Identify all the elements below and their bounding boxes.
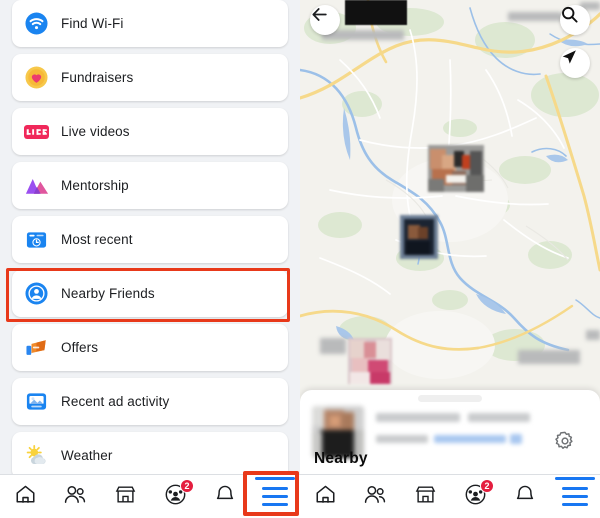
- nav-notifications[interactable]: [502, 477, 548, 517]
- home-icon: [314, 483, 337, 511]
- app-screen: Find Wi-Fi Fundraisers Live videos Mento…: [0, 0, 600, 518]
- nav-marketplace[interactable]: [102, 477, 148, 517]
- hamburger-icon[interactable]: [252, 476, 298, 517]
- locate-me-button[interactable]: [560, 48, 590, 78]
- gear-icon: [554, 430, 576, 457]
- menu-item-label: Most recent: [61, 232, 133, 247]
- nav-menu[interactable]: [252, 476, 298, 517]
- ad-activity-icon: [24, 389, 49, 414]
- marketplace-icon: [414, 483, 437, 511]
- groups-badge: 2: [180, 478, 194, 493]
- nav-friends[interactable]: [352, 477, 398, 517]
- bottom-nav-left[interactable]: 2: [0, 474, 300, 518]
- live-badge-icon: [24, 119, 49, 144]
- map-search-button[interactable]: [560, 5, 590, 35]
- bottom-nav-right[interactable]: 2: [300, 474, 600, 518]
- menu-item-label: Fundraisers: [61, 70, 134, 85]
- menu-item-label: Live videos: [61, 124, 130, 139]
- redacted-map-label: [320, 338, 346, 354]
- redacted-map-label: [518, 350, 580, 364]
- heart-icon: [24, 65, 49, 90]
- nav-friends[interactable]: [52, 477, 98, 517]
- menu-item-label: Mentorship: [61, 178, 129, 193]
- bell-icon: [214, 483, 236, 511]
- page-title: Nearby: [314, 450, 368, 467]
- redacted-profile-name: [468, 413, 530, 422]
- home-icon: [14, 483, 37, 511]
- menu-item-label: Find Wi-Fi: [61, 16, 124, 31]
- friend-map-pin[interactable]: [400, 215, 438, 259]
- offers-tag-icon: [24, 335, 49, 360]
- redacted-profile-status-link: [434, 435, 506, 443]
- sheet-drag-handle[interactable]: [418, 395, 482, 402]
- menu-panel: Find Wi-Fi Fundraisers Live videos Mento…: [0, 0, 300, 518]
- groups-badge: 2: [480, 478, 494, 493]
- menu-item-find-wifi[interactable]: Find Wi-Fi: [12, 0, 288, 47]
- redacted-map-label: [345, 0, 407, 25]
- mountains-icon: [24, 173, 49, 198]
- wifi-icon: [24, 11, 49, 36]
- menu-item-recent-ad-activity[interactable]: Recent ad activity: [12, 378, 288, 425]
- nav-menu[interactable]: [552, 476, 598, 517]
- redacted-profile-name: [376, 413, 460, 422]
- marketplace-icon: [114, 483, 137, 511]
- nav-home[interactable]: [2, 477, 48, 517]
- redacted-map-label: [508, 12, 562, 21]
- clock-calendar-icon: [24, 227, 49, 252]
- nav-notifications[interactable]: [202, 477, 248, 517]
- menu-item-label: Offers: [61, 340, 99, 355]
- back-button[interactable]: [310, 5, 340, 35]
- nav-home[interactable]: [302, 477, 348, 517]
- menu-item-fundraisers[interactable]: Fundraisers: [12, 54, 288, 101]
- redacted-map-label: [586, 330, 600, 340]
- menu-item-mentorship[interactable]: Mentorship: [12, 162, 288, 209]
- active-tab-indicator: [555, 476, 595, 480]
- hamburger-icon[interactable]: [552, 476, 598, 517]
- active-tab-indicator: [255, 476, 295, 480]
- menu-item-most-recent[interactable]: Most recent: [12, 216, 288, 263]
- nearby-friends-sheet: Nearby 2: [300, 390, 600, 518]
- sun-cloud-icon: [24, 443, 49, 468]
- bell-icon: [514, 483, 536, 511]
- redacted-profile-status: [376, 435, 428, 443]
- friends-icon: [363, 483, 387, 511]
- nav-marketplace[interactable]: [402, 477, 448, 517]
- nearby-friends-icon: [24, 281, 49, 306]
- menu-item-label: Weather: [61, 448, 113, 463]
- menu-item-nearby-friends[interactable]: Nearby Friends: [12, 270, 288, 317]
- menu-item-offers[interactable]: Offers: [12, 324, 288, 371]
- redacted-profile-status-link: [510, 434, 522, 444]
- nav-groups[interactable]: 2: [452, 477, 498, 517]
- menu-item-live-videos[interactable]: Live videos: [12, 108, 288, 155]
- friends-icon: [63, 483, 87, 511]
- nearby-friends-map-panel: Nearby 2: [300, 0, 600, 518]
- menu-item-weather[interactable]: Weather: [12, 432, 288, 479]
- friend-map-pin[interactable]: [348, 338, 392, 384]
- friend-map-pin[interactable]: [428, 145, 484, 192]
- menu-item-label: Nearby Friends: [61, 286, 155, 301]
- nav-groups[interactable]: 2: [152, 477, 198, 517]
- settings-button[interactable]: [550, 428, 580, 458]
- menu-item-label: Recent ad activity: [61, 394, 170, 409]
- menu-list[interactable]: Find Wi-Fi Fundraisers Live videos Mento…: [0, 0, 300, 479]
